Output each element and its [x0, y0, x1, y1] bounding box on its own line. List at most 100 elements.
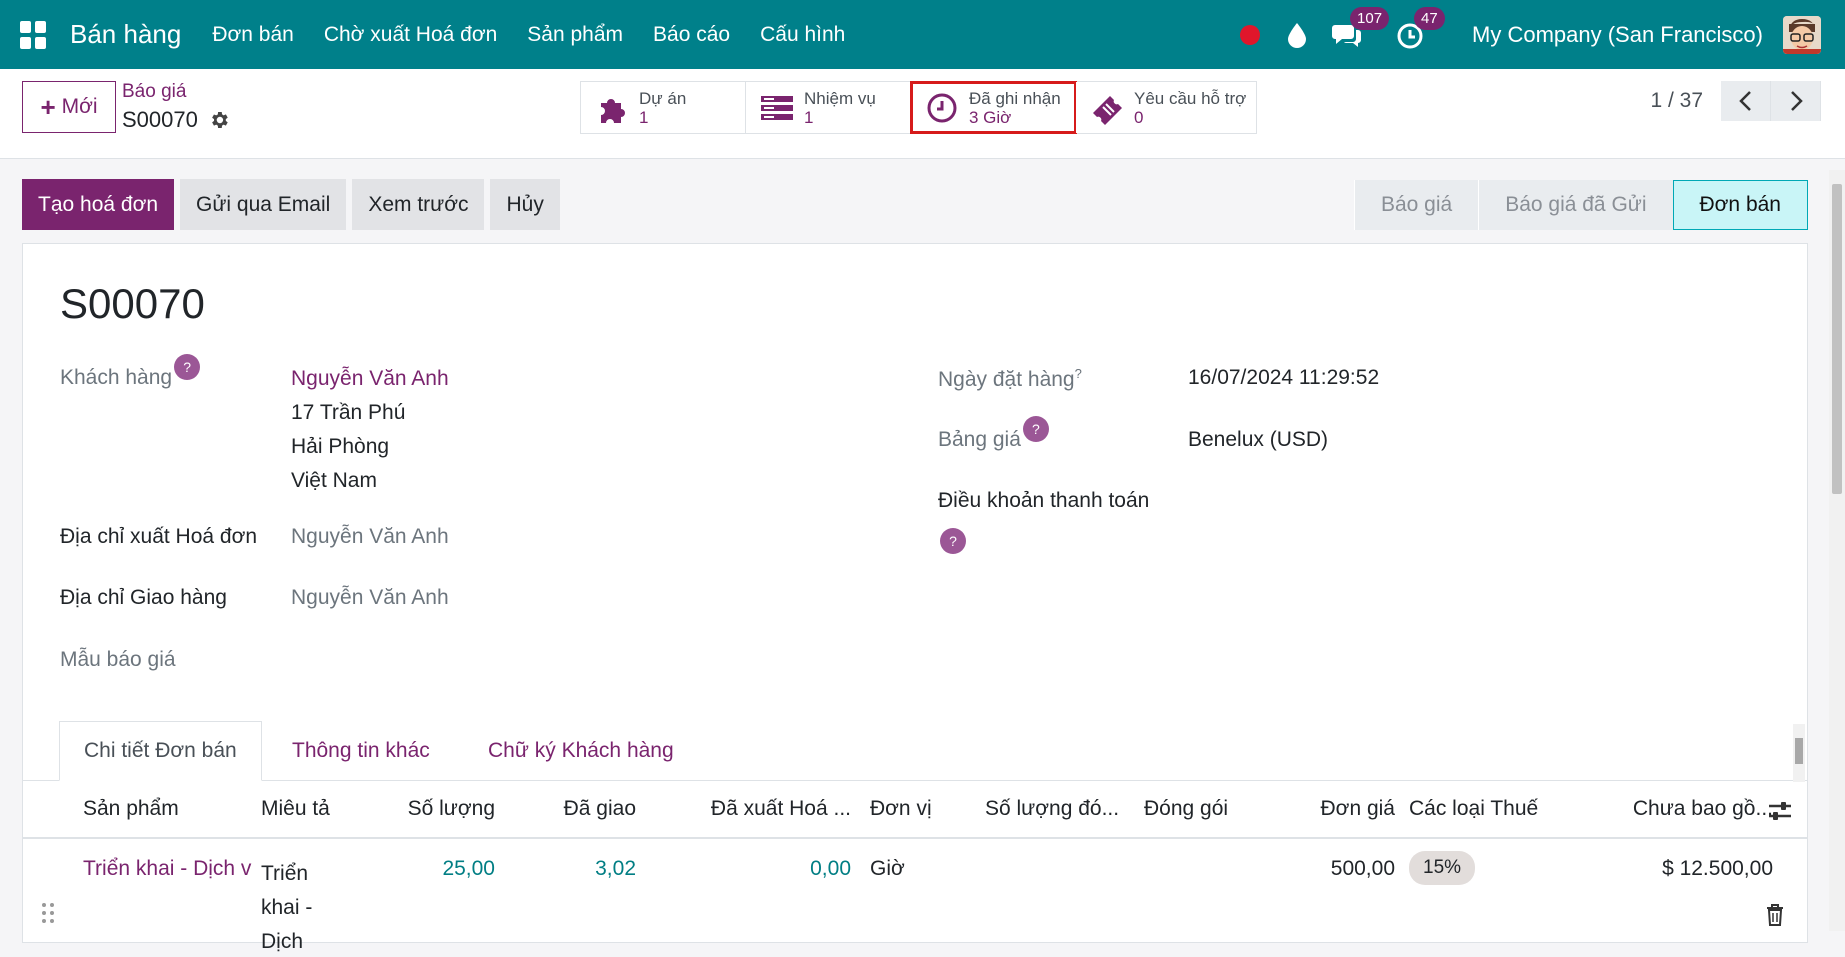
col-subtotal[interactable]: Chưa bao gồ...: [1563, 797, 1773, 821]
plus-icon: +: [40, 91, 56, 122]
action-buttons: Tạo hoá đơn Gửi qua Email Xem trước Hủy: [22, 179, 560, 230]
stage-quotation[interactable]: Báo giá: [1353, 180, 1479, 230]
menu-orders[interactable]: Đơn bán: [212, 23, 294, 47]
order-lines-header: Sản phẩm Miêu tả Số lượng Đã giao Đã xuấ…: [23, 781, 1807, 839]
row-uom[interactable]: Giờ: [870, 857, 905, 881]
order-date-help-mark[interactable]: ?: [1075, 366, 1082, 381]
customer-name[interactable]: Nguyễn Văn Anh: [291, 367, 449, 391]
messages-count-badge: 107: [1350, 6, 1390, 30]
drop-icon[interactable]: [1286, 22, 1308, 48]
quotation-template-label: Mẫu báo giá: [60, 648, 176, 671]
stage-quotation-sent[interactable]: Báo giá đã Gửi: [1478, 180, 1673, 230]
status-bar: Báo giá Báo giá đã Gửi Đơn bán: [1353, 180, 1808, 230]
smart-button-projects[interactable]: Dự án 1: [581, 82, 746, 133]
row-tax-badge[interactable]: 15%: [1409, 851, 1476, 885]
row-unit-price[interactable]: 500,00: [1263, 857, 1395, 881]
tasks-icon: [761, 95, 793, 120]
new-button[interactable]: + Mới: [22, 81, 116, 133]
page-scrollbar[interactable]: [1829, 170, 1845, 931]
apps-grid-icon[interactable]: [20, 20, 48, 49]
invoice-address-label: Địa chỉ xuất Hoá đơn: [60, 525, 258, 548]
company-switcher[interactable]: My Company (San Francisco): [1472, 22, 1763, 48]
col-description[interactable]: Miêu tả: [261, 797, 330, 821]
smart-button-projects-value: 1: [639, 107, 649, 127]
row-description[interactable]: Triển khai - Dịch: [261, 857, 321, 957]
smart-button-tickets[interactable]: Yêu cầu hỗ trợ 0: [1076, 82, 1256, 133]
ticket-icon: [1093, 95, 1122, 125]
breadcrumb-current-label: S00070: [122, 107, 198, 132]
form-sheet: S00070 Khách hàng? Nguyễn Văn Anh 17 Trầ…: [22, 243, 1808, 953]
col-packaging[interactable]: Đóng gói: [1144, 797, 1228, 821]
row-invoiced: 0,00: [810, 857, 851, 880]
help-icon[interactable]: ?: [1022, 416, 1049, 442]
avatar-face-icon: [1783, 15, 1821, 54]
row-quantity[interactable]: 25,00: [383, 857, 495, 881]
chevron-left-icon: [1738, 91, 1751, 111]
smart-button-tasks-label: Nhiệm vụ: [804, 88, 876, 108]
invoice-address-field[interactable]: Nguyễn Văn Anh: [291, 525, 449, 549]
tab-other-info[interactable]: Thông tin khác: [292, 721, 430, 781]
new-button-label: Mới: [61, 95, 98, 118]
pager-previous-button[interactable]: [1721, 81, 1771, 121]
menu-to-invoice[interactable]: Chờ xuất Hoá đơn: [324, 23, 497, 47]
inner-scrollbar[interactable]: [1793, 724, 1805, 782]
user-avatar[interactable]: [1783, 15, 1821, 54]
cancel-button[interactable]: Hủy: [490, 179, 560, 230]
chevron-right-icon: [1790, 91, 1803, 111]
activities-button[interactable]: 47: [1396, 6, 1445, 49]
column-settings-icon[interactable]: [1767, 799, 1793, 823]
menu-reporting[interactable]: Báo cáo: [653, 23, 730, 47]
smart-buttons: Dự án 1 Nhiệm vụ 1 Đã ghi nhận 3 Giờ Yêu cầ…: [580, 81, 1257, 134]
inner-scrollbar-thumb[interactable]: [1795, 738, 1803, 764]
customer-city: Hải Phòng: [291, 435, 390, 458]
col-uom[interactable]: Đơn vị: [870, 797, 932, 821]
col-invoiced[interactable]: Đã xuất Hoá ...: [663, 797, 851, 821]
col-packaging-qty[interactable]: Số lượng đó...: [985, 797, 1119, 821]
clock-icon: [927, 93, 957, 122]
pager-next-button[interactable]: [1771, 81, 1821, 121]
help-icon[interactable]: ?: [940, 528, 966, 554]
smart-button-recorded-label: Đã ghi nhận: [969, 88, 1061, 108]
pager: 1 / 37: [1650, 81, 1821, 121]
col-product[interactable]: Sản phẩm: [83, 797, 179, 821]
breadcrumb-parent[interactable]: Báo giá: [122, 81, 186, 103]
col-unit-price[interactable]: Đơn giá: [1263, 797, 1395, 821]
row-delivered[interactable]: 3,02: [523, 857, 636, 881]
col-delivered[interactable]: Đã giao: [523, 797, 636, 821]
activities-count-badge: 47: [1414, 6, 1445, 30]
pricelist-label: Bảng giá?: [938, 416, 1049, 454]
control-panel: + Mới Báo giá S00070 Dự án 1 Nhiệm vụ 1 Đã…: [0, 69, 1845, 159]
help-icon[interactable]: ?: [174, 354, 201, 380]
pager-value[interactable]: 1 / 37: [1650, 89, 1703, 113]
customer-street: 17 Trần Phú: [291, 401, 406, 424]
preview-button[interactable]: Xem trước: [352, 179, 485, 230]
smart-button-recorded-hours[interactable]: Đã ghi nhận 3 Giờ: [910, 81, 1077, 134]
trash-icon[interactable]: [1765, 903, 1785, 927]
drag-handle-icon[interactable]: [41, 901, 55, 925]
delivery-address-field[interactable]: Nguyễn Văn Anh: [291, 586, 449, 610]
stage-sales-order[interactable]: Đơn bán: [1672, 180, 1808, 230]
create-invoice-button[interactable]: Tạo hoá đơn: [22, 179, 175, 230]
order-date-label: Ngày đặt hàng?: [938, 366, 1082, 392]
notebook-tabs: Chi tiết Đơn bán Thông tin khác Chữ ký K…: [23, 721, 1807, 781]
send-email-button[interactable]: Gửi qua Email: [180, 179, 347, 230]
recording-dot-icon[interactable]: [1240, 24, 1261, 45]
col-quantity[interactable]: Số lượng: [383, 797, 495, 821]
pricelist-field[interactable]: Benelux (USD): [1188, 428, 1328, 452]
row-product[interactable]: Triển khai - Dịch v: [83, 857, 255, 881]
tab-order-lines[interactable]: Chi tiết Đơn bán: [59, 721, 262, 781]
app-brand[interactable]: Bán hàng: [70, 19, 181, 50]
messages-button[interactable]: 107: [1332, 6, 1390, 49]
table-row[interactable]: Triển khai - Dịch v Triển khai - Dịch 25…: [23, 841, 1807, 953]
gear-icon[interactable]: [208, 109, 230, 131]
breadcrumb-current: S00070: [122, 107, 230, 133]
smart-button-recorded-value: 3 Giờ: [969, 107, 1012, 127]
smart-button-tasks[interactable]: Nhiệm vụ 1: [746, 82, 911, 133]
page-scrollbar-thumb[interactable]: [1832, 184, 1842, 494]
tab-customer-signature[interactable]: Chữ ký Khách hàng: [488, 721, 674, 781]
menu-products[interactable]: Sản phẩm: [527, 23, 623, 47]
menu-configuration[interactable]: Cấu hình: [760, 23, 845, 47]
col-taxes[interactable]: Các loại Thuế: [1409, 797, 1538, 821]
order-date-field[interactable]: 16/07/2024 11:29:52: [1188, 366, 1379, 390]
smart-button-projects-label: Dự án: [639, 88, 687, 108]
